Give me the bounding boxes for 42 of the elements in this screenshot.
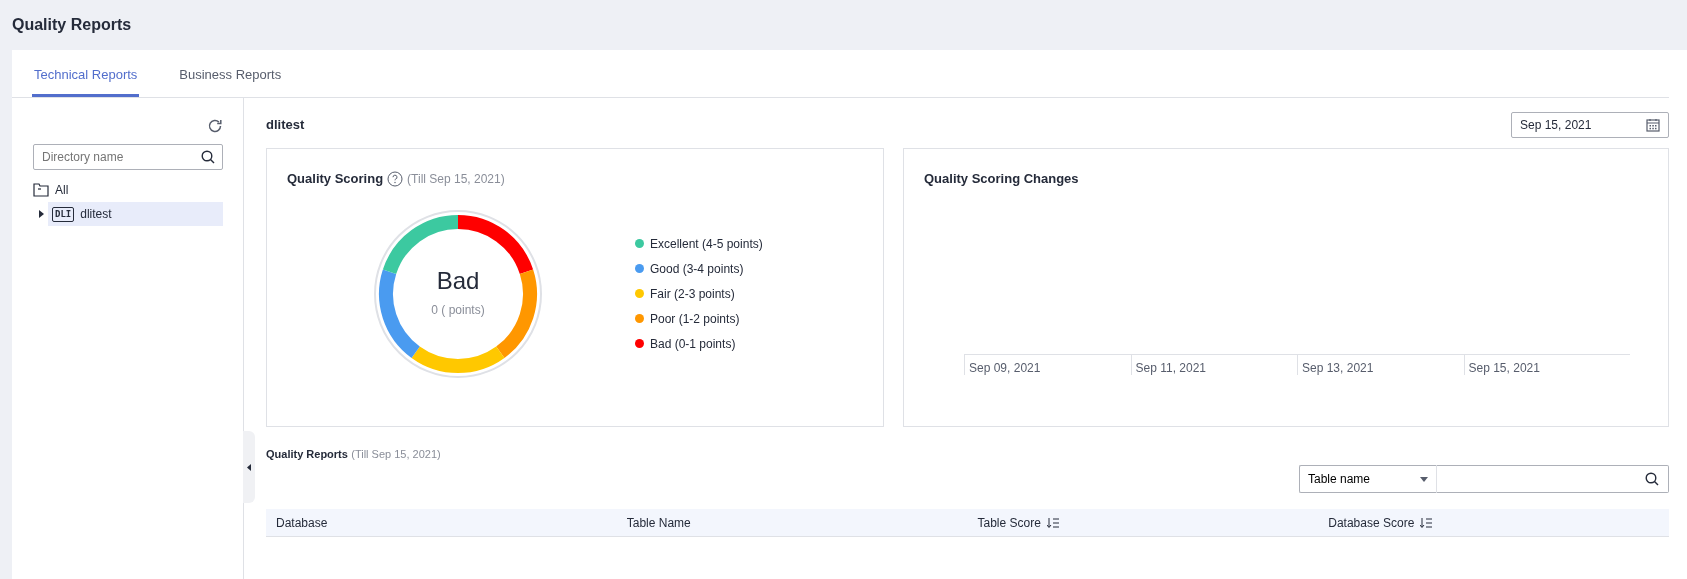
page-title: Quality Reports [12, 15, 132, 35]
section-title: dlitest [266, 116, 305, 135]
axis-label: Sep 11, 2021 [1135, 360, 1206, 375]
filter-dropdown[interactable]: Table name [1299, 465, 1437, 493]
sort-icon[interactable] [1420, 517, 1433, 528]
axis-label: Sep 09, 2021 [969, 360, 1041, 375]
card-title: Quality Scoring [287, 170, 384, 188]
grade-text: Bad [436, 268, 480, 295]
expand-icon[interactable] [39, 210, 44, 218]
database-icon: DLI [52, 206, 75, 222]
tree-node[interactable]: DLI dlitest [48, 202, 223, 226]
column-header: Database Score [1328, 513, 1433, 532]
sort-icon[interactable] [1046, 517, 1059, 528]
section-subtitle: (Till Sep 15, 2021) [351, 448, 441, 460]
legend-label: Fair (2-3 points) [650, 285, 735, 303]
table-search-field[interactable] [1437, 465, 1669, 493]
tab[interactable]: Technical Reports [32, 64, 140, 97]
legend-label: Good (3-4 points) [650, 260, 744, 278]
collapse-handle[interactable] [243, 431, 255, 503]
folder-icon [33, 183, 49, 197]
help-icon[interactable] [387, 170, 404, 187]
search-icon[interactable] [1645, 472, 1659, 486]
date-picker[interactable]: Sep 15, 2021 [1511, 112, 1669, 138]
axis-label: Sep 15, 2021 [1468, 360, 1540, 375]
legend-label: Bad (0-1 points) [650, 335, 736, 353]
tab[interactable]: Business Reports [177, 64, 284, 97]
tree-node[interactable]: All [33, 178, 223, 202]
axis-label: Sep 13, 2021 [1302, 360, 1374, 375]
points-text: 0 ( points) [431, 301, 485, 319]
caret-icon [1420, 476, 1428, 482]
search-icon[interactable] [201, 150, 215, 164]
card-subtitle: (Till Sep 15, 2021) [407, 170, 505, 188]
column-header: Database [276, 514, 328, 532]
directory-search-field[interactable]: Directory name [33, 144, 223, 170]
refresh-icon[interactable] [207, 118, 223, 134]
legend-label: Poor (1-2 points) [650, 310, 740, 328]
card-title: Quality Scoring Changes [924, 171, 1079, 186]
legend-label: Excellent (4-5 points) [650, 235, 763, 253]
column-header: Table Name [626, 514, 691, 532]
column-header: Table Score [977, 513, 1059, 532]
calendar-icon [1646, 118, 1660, 132]
section-title: Quality Reports [266, 448, 348, 460]
